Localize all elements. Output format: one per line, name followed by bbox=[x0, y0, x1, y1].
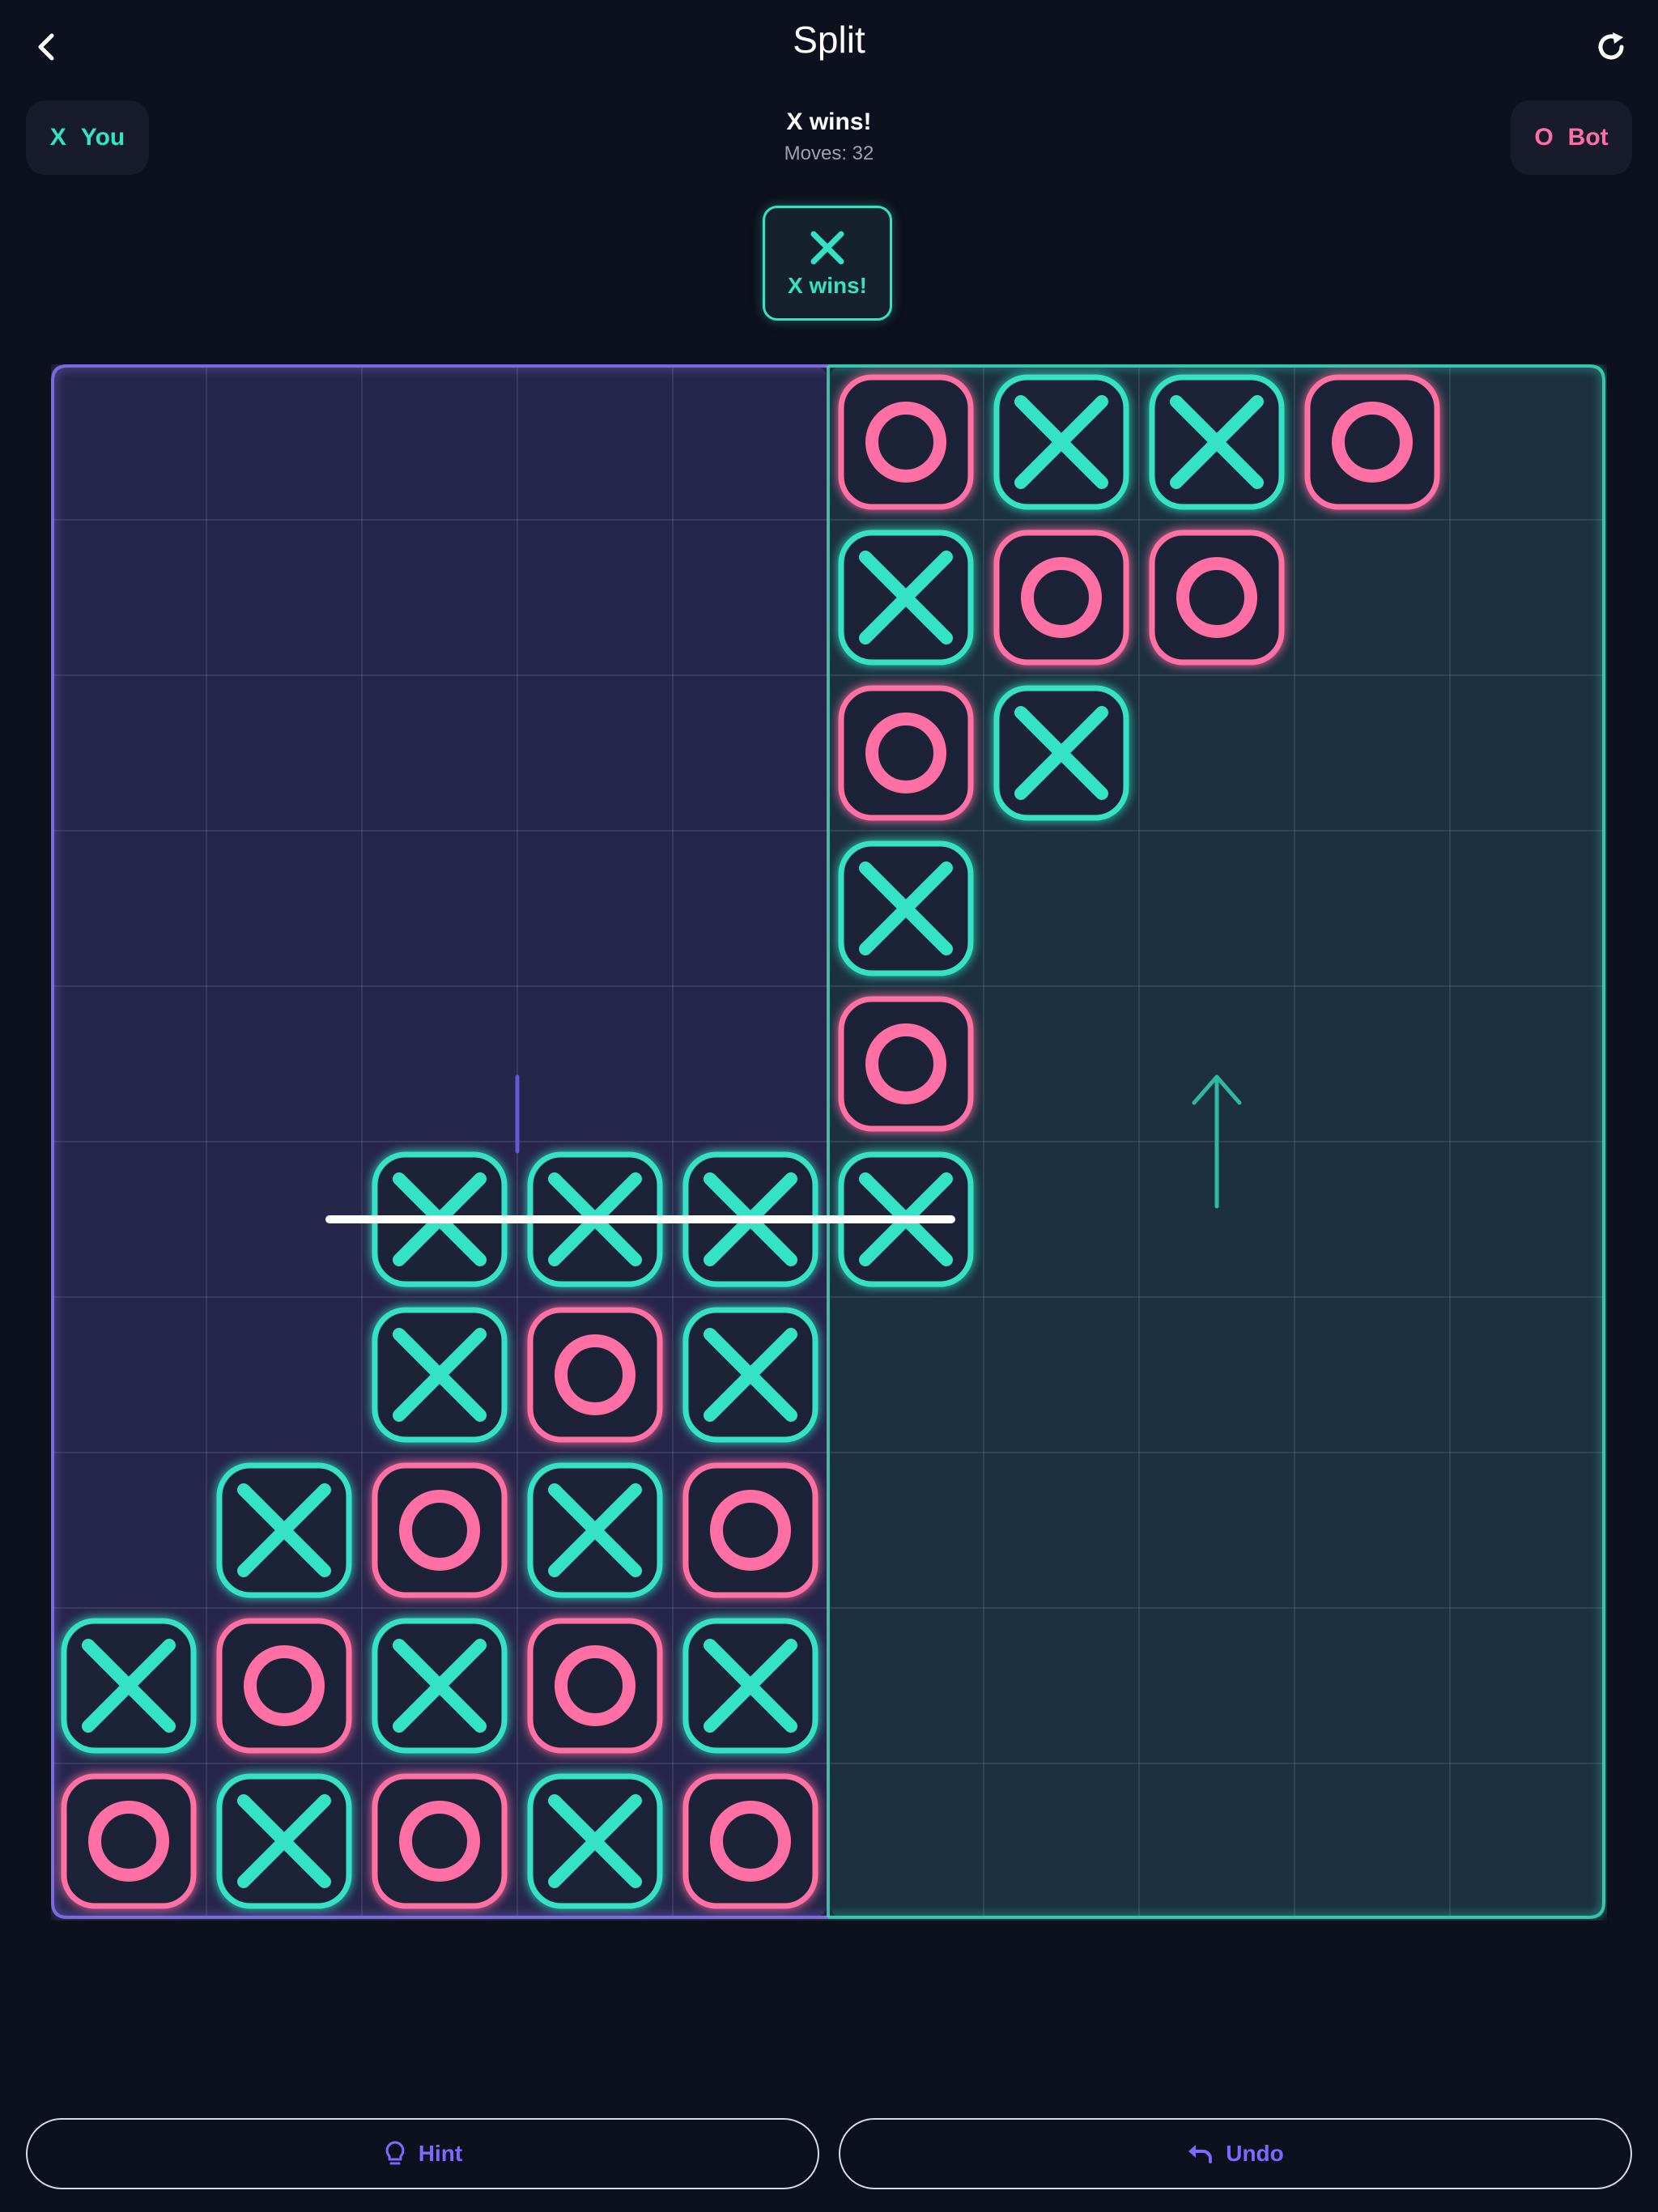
player-o-mark: O bbox=[1534, 124, 1554, 151]
x-mark-icon bbox=[810, 231, 844, 265]
winner-badge-label: X wins! bbox=[787, 273, 867, 298]
game-status: X wins! Moves: 32 bbox=[0, 108, 1658, 165]
hint-label: Hint bbox=[418, 2141, 463, 2166]
page-title: Split bbox=[793, 19, 865, 61]
o-piece bbox=[61, 1773, 197, 1909]
o-piece bbox=[838, 685, 974, 821]
undo-button[interactable]: Undo bbox=[839, 2118, 1632, 2189]
x-piece bbox=[216, 1462, 352, 1598]
x-piece bbox=[372, 1307, 508, 1443]
x-piece bbox=[682, 1307, 818, 1443]
o-piece bbox=[838, 374, 974, 510]
winner-badge: X wins! bbox=[763, 206, 892, 321]
o-piece bbox=[527, 1307, 663, 1443]
game-board bbox=[51, 364, 1607, 1921]
move-counter: Moves: 32 bbox=[784, 143, 874, 164]
x-piece bbox=[1149, 374, 1285, 510]
o-piece bbox=[372, 1462, 508, 1598]
status-text: X wins! bbox=[786, 108, 872, 135]
o-piece bbox=[527, 1618, 663, 1754]
o-piece bbox=[372, 1773, 508, 1909]
o-piece bbox=[993, 530, 1129, 666]
player-o-chip: O Bot bbox=[1511, 100, 1632, 175]
o-piece bbox=[216, 1618, 352, 1754]
lightbulb-icon bbox=[385, 2141, 405, 2165]
x-piece bbox=[993, 374, 1129, 510]
undo-icon bbox=[1188, 2145, 1213, 2163]
x-piece bbox=[993, 685, 1129, 821]
o-piece bbox=[1304, 374, 1440, 510]
o-piece bbox=[838, 996, 974, 1132]
x-piece bbox=[682, 1618, 818, 1754]
x-piece bbox=[61, 1618, 197, 1754]
o-piece bbox=[682, 1773, 818, 1909]
x-piece bbox=[838, 530, 974, 666]
refresh-icon bbox=[1598, 32, 1624, 60]
hint-button[interactable]: Hint bbox=[26, 2118, 819, 2189]
board-canvas bbox=[51, 364, 1605, 1919]
undo-label: Undo bbox=[1226, 2141, 1284, 2166]
restart-button[interactable] bbox=[1587, 23, 1635, 71]
x-piece bbox=[527, 1462, 663, 1598]
x-piece bbox=[216, 1773, 352, 1909]
o-piece bbox=[1149, 530, 1285, 666]
player-o-label: Bot bbox=[1567, 124, 1609, 151]
o-piece bbox=[682, 1462, 818, 1598]
x-piece bbox=[372, 1618, 508, 1754]
x-piece bbox=[838, 840, 974, 976]
x-piece bbox=[527, 1773, 663, 1909]
game-screen: Split X You X wins! Moves: 32 O Bot X wi… bbox=[0, 0, 1658, 2212]
